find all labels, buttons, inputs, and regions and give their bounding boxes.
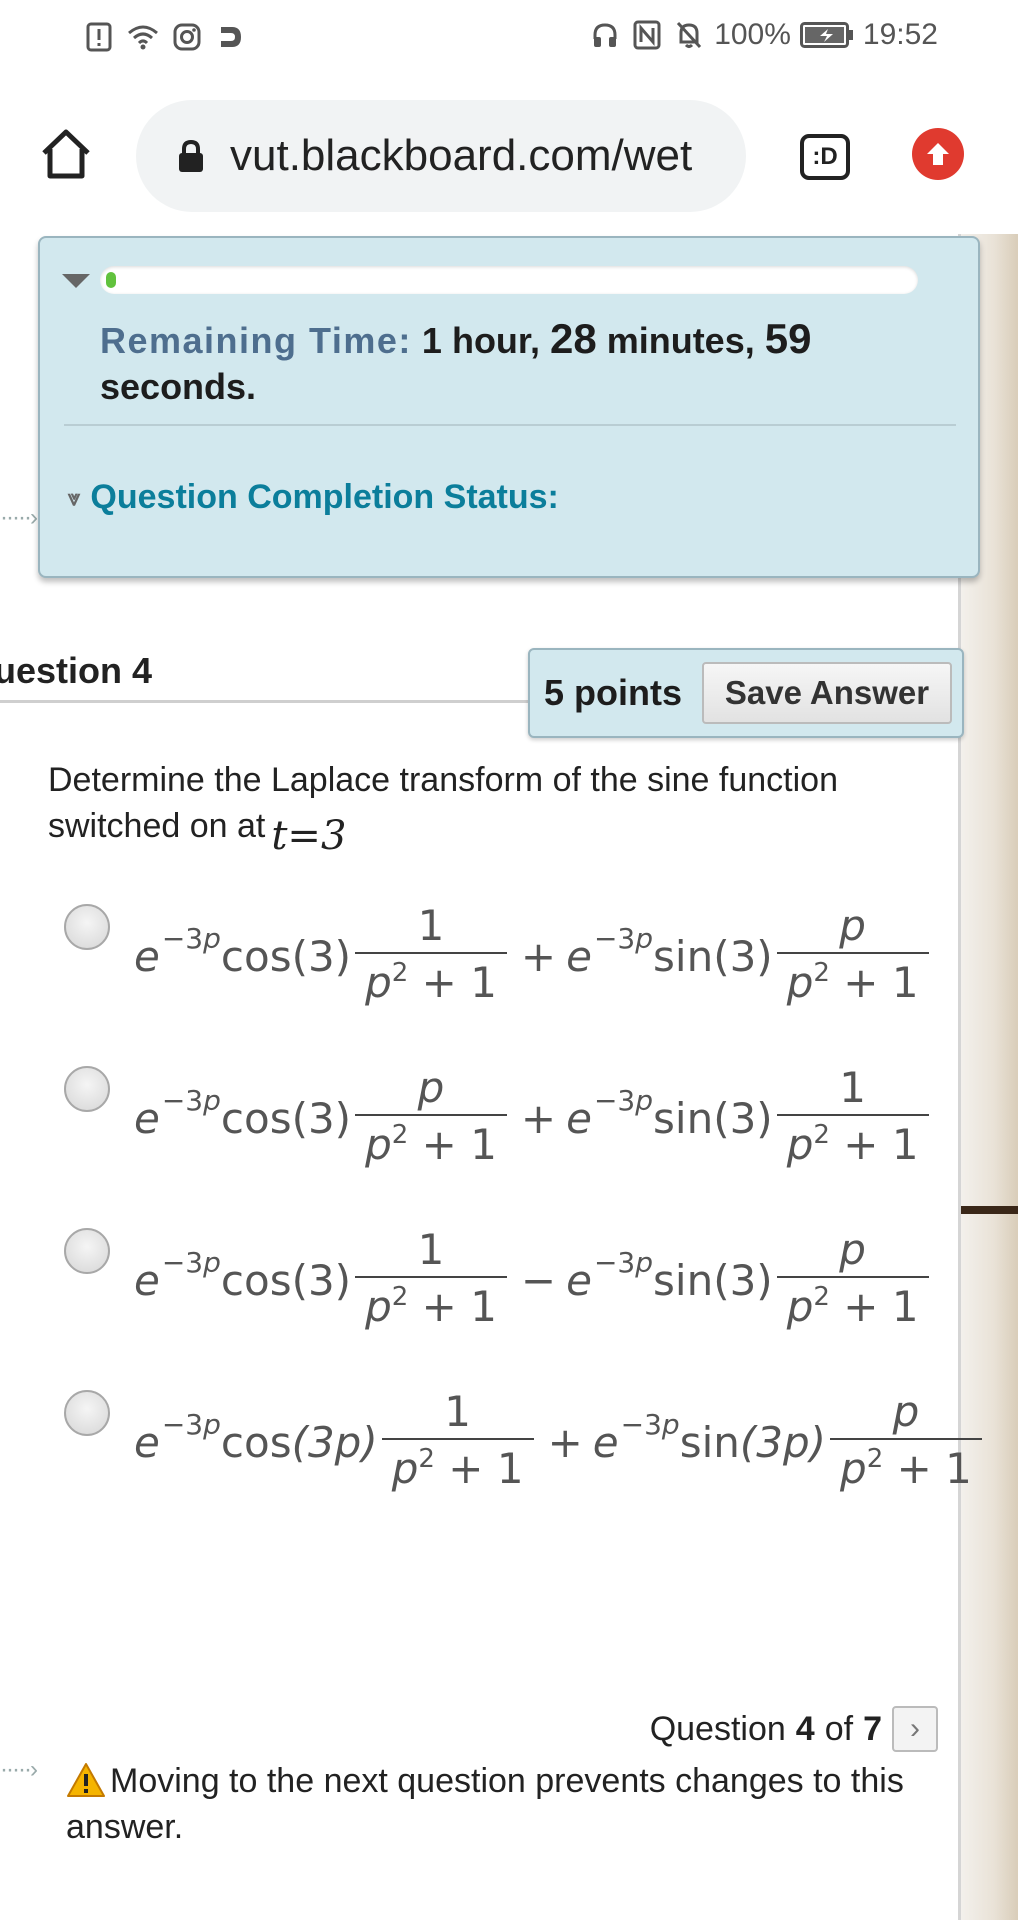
completion-status-label: Question Completion Status: (90, 478, 559, 516)
question-current-number: 4 (795, 1709, 815, 1748)
answer-option-4[interactable]: e −3p cos (3p) 1 p2 + 1 + e −3p sin (3p) p p2 + … (64, 1386, 982, 1493)
wifi-icon (126, 20, 160, 54)
radio-option-4[interactable] (64, 1390, 110, 1436)
tab-switcher-button[interactable]: :D (800, 134, 850, 180)
question-nav-of: of (824, 1709, 854, 1748)
operator: + (547, 1417, 583, 1467)
fraction-numerator: 1 (444, 1387, 472, 1436)
operator: + (520, 931, 557, 981)
fraction: 1 p2 + 1 (381, 1386, 534, 1498)
cos-argument: (3p) (291, 1417, 378, 1467)
sin-argument: (3) (713, 931, 773, 981)
chevron-right-icon: › (910, 1712, 920, 1745)
remaining-hours: 1 (421, 320, 442, 361)
fraction-numerator: p (839, 901, 866, 950)
question-title: uestion 4 (0, 650, 153, 691)
save-answer-button[interactable]: Save Answer (702, 662, 952, 724)
next-question-button[interactable]: › (892, 1706, 938, 1752)
fraction: p p2 + 1 (776, 1224, 929, 1336)
cos-argument: (3) (291, 1093, 352, 1143)
radio-option-2[interactable] (64, 1066, 110, 1112)
cos-argument: (3) (291, 1255, 352, 1305)
fraction: 1 p2 + 1 (355, 1224, 507, 1336)
page-content: ·····› Remaining Time: 1 hour, 28 minute… (0, 234, 1018, 1920)
fraction-numerator: 1 (839, 1063, 866, 1112)
fraction: p p2 + 1 (776, 900, 929, 1012)
fraction-numerator: p (839, 1225, 866, 1274)
formula-option-2: e −3p cos (3) p p2 + 1 + e −3p sin (3) 1 p2 + 1 (134, 1062, 933, 1174)
fraction: 1 p2 + 1 (355, 900, 507, 1012)
address-bar[interactable]: vut.blackboard.com/wet (136, 100, 746, 212)
app-icon (214, 20, 248, 54)
collapse-arrow-icon[interactable] (62, 274, 90, 288)
time-progress-fill (106, 272, 116, 288)
panel-divider (64, 424, 956, 426)
next-question-warning: Moving to the next question prevents cha… (66, 1758, 946, 1850)
answer-option-1[interactable]: e −3p cos (3) 1 p2 + 1 + e −3p sin (3) p p2 + 1 (64, 900, 929, 1007)
url-text: vut.blackboard.com/wet (230, 131, 693, 180)
arrow-marker-icon: ·····› (0, 1756, 38, 1783)
remaining-minutes: 28 (549, 315, 597, 362)
question-prompt: Determine the Laplace transform of the s… (48, 758, 948, 858)
question-total-number: 7 (863, 1709, 882, 1748)
question-points: 5 points (544, 672, 683, 713)
remaining-time: Remaining Time: 1 hour, 28 minutes, 59 s… (100, 316, 920, 410)
formula-option-4: e −3p cos (3p) 1 p2 + 1 + e −3p sin (3p) p p2 + … (134, 1386, 986, 1498)
remaining-time-label: Remaining Time: (100, 320, 412, 361)
remaining-minutes-unit: minutes, (606, 320, 755, 361)
arrow-marker-icon: ·····› (0, 504, 38, 531)
fraction-numerator: p (892, 1387, 920, 1436)
status-right: 100% 19:52 (588, 18, 938, 52)
points-box: 5 points Save Answer (528, 648, 964, 738)
time-progress-bar (100, 266, 918, 294)
battery-percent: 100% (714, 18, 791, 51)
status-left-icons (82, 20, 248, 54)
nfc-icon (630, 18, 664, 52)
fraction: 1 p2 + 1 (776, 1062, 929, 1174)
question-prompt-text: Determine the Laplace transform of the s… (48, 761, 838, 845)
question-navigation: Question 4 of 7 › (650, 1706, 938, 1752)
cos-argument: (3) (291, 931, 352, 981)
warning-text: Moving to the next question prevents cha… (66, 1762, 904, 1846)
fraction: p p2 + 1 (355, 1062, 507, 1174)
warning-icon (66, 1762, 106, 1798)
formula-option-1: e −3p cos (3) 1 p2 + 1 + e −3p sin (3) p p2 + 1 (134, 900, 933, 1012)
browser-toolbar: vut.blackboard.com/wet :D (0, 78, 1018, 234)
fraction-numerator: 1 (417, 1225, 445, 1274)
instagram-icon (170, 20, 204, 54)
double-chevron-down-icon: ⩔ (68, 484, 81, 510)
radio-option-3[interactable] (64, 1228, 110, 1274)
question-nav-prefix: Question (649, 1709, 786, 1748)
question-title-rule (0, 700, 540, 703)
sin-argument: (3) (713, 1093, 773, 1143)
battery-icon (799, 18, 855, 52)
upload-icon[interactable] (912, 128, 964, 180)
sin-argument: (3) (713, 1255, 773, 1305)
question-variable: t=3 (271, 813, 347, 859)
fraction: p p2 + 1 (830, 1386, 982, 1498)
alert-icon (82, 20, 116, 54)
clock: 19:52 (862, 18, 938, 51)
headphones-icon (588, 18, 622, 52)
formula-option-3: e −3p cos (3) 1 p2 + 1 − e −3p sin (3) p p2 + 1 (134, 1224, 933, 1336)
operator: − (520, 1255, 557, 1305)
operator: + (520, 1093, 557, 1143)
lock-icon (176, 138, 206, 174)
fraction-numerator: 1 (417, 901, 445, 950)
answer-option-3[interactable]: e −3p cos (3) 1 p2 + 1 − e −3p sin (3) p p2 + 1 (64, 1224, 929, 1331)
radio-option-1[interactable] (64, 904, 110, 950)
remaining-seconds: 59 (764, 315, 812, 362)
completion-status-toggle[interactable]: ⩔ Question Completion Status: (68, 478, 559, 517)
fraction-numerator: p (417, 1063, 445, 1112)
status-bar: 100% 19:52 (0, 0, 1018, 78)
remaining-seconds-unit: seconds. (100, 366, 257, 407)
sin-argument: (3p) (739, 1417, 827, 1467)
answer-option-2[interactable]: e −3p cos (3) p p2 + 1 + e −3p sin (3) 1 p2 + 1 (64, 1062, 929, 1169)
timer-panel: Remaining Time: 1 hour, 28 minutes, 59 s… (38, 236, 980, 578)
home-icon[interactable] (38, 126, 94, 182)
remaining-hours-unit: hour, (451, 320, 540, 361)
mute-icon (672, 18, 706, 52)
